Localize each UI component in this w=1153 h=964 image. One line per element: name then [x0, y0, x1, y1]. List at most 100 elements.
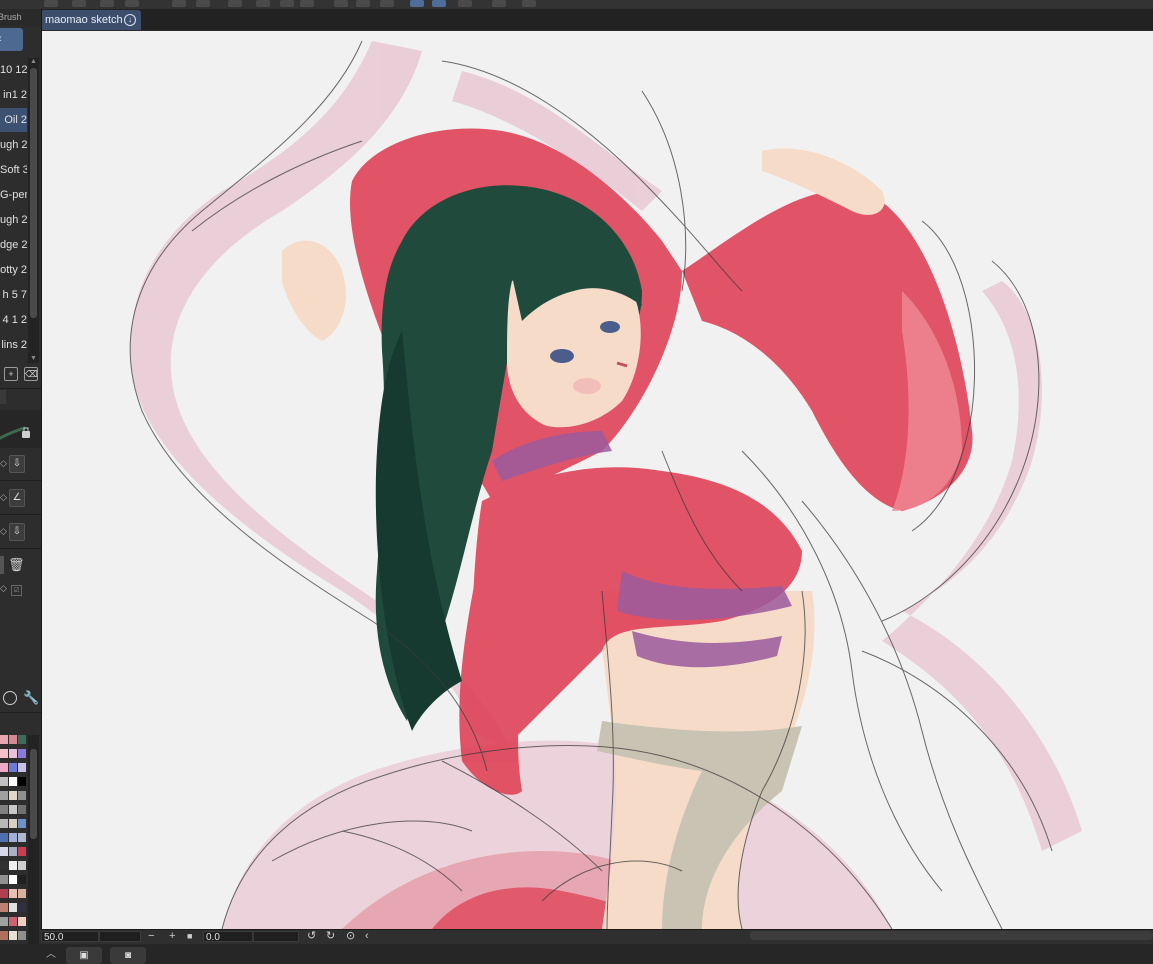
- scrollbar-thumb[interactable]: [30, 68, 37, 318]
- color-swatch[interactable]: [18, 875, 26, 884]
- color-swatch[interactable]: [18, 861, 26, 870]
- zoom-slider[interactable]: [99, 931, 141, 942]
- spinner-icon[interactable]: ◇: [0, 524, 7, 538]
- tab-document[interactable]: maomao sketch ↓: [41, 10, 141, 30]
- palette-scrollbar[interactable]: [28, 735, 39, 964]
- reset-rotation-icon[interactable]: ⊙: [346, 930, 355, 943]
- redo-icon[interactable]: [196, 0, 210, 7]
- save-icon[interactable]: [125, 0, 139, 7]
- expand-up-icon[interactable]: ︿: [46, 945, 56, 960]
- zoom-field[interactable]: 50.0: [41, 931, 99, 943]
- open-icon[interactable]: [100, 0, 114, 7]
- camera-icon[interactable]: ◙: [110, 947, 146, 964]
- fit-screen-icon[interactable]: ■: [187, 930, 192, 943]
- snap-special-ruler-icon[interactable]: [432, 0, 446, 7]
- scrollbar-thumb[interactable]: [30, 749, 37, 839]
- zoom-in-icon[interactable]: +: [169, 930, 175, 943]
- color-swatch[interactable]: [9, 749, 17, 758]
- brush-item[interactable]: dge 2: [0, 233, 27, 257]
- stopwatch-icon[interactable]: [3, 691, 17, 705]
- horizontal-scrollbar[interactable]: [750, 931, 1153, 940]
- rotation-slider[interactable]: [253, 931, 299, 942]
- snap-grid-icon[interactable]: [458, 0, 472, 7]
- color-swatch[interactable]: [18, 763, 26, 772]
- rotation-field[interactable]: 0.0: [203, 931, 253, 943]
- scroll-down-icon[interactable]: ▼: [29, 355, 38, 363]
- brush-group-selected[interactable]: ‹: [0, 28, 23, 51]
- color-swatch[interactable]: [0, 931, 8, 940]
- color-swatch[interactable]: [0, 917, 8, 926]
- wrench-icon[interactable]: 🔧: [23, 690, 39, 706]
- select-icon[interactable]: [334, 0, 348, 7]
- collapse-icon[interactable]: ‹: [365, 930, 369, 943]
- color-swatch[interactable]: [0, 833, 8, 842]
- color-swatch[interactable]: [9, 777, 17, 786]
- pressure-icon[interactable]: ⇩: [9, 523, 25, 541]
- color-swatch[interactable]: [9, 903, 17, 912]
- fill-icon[interactable]: [280, 0, 294, 7]
- color-swatch[interactable]: [18, 889, 26, 898]
- color-swatch[interactable]: [9, 819, 17, 828]
- color-swatch[interactable]: [9, 917, 17, 926]
- clear-selection-icon[interactable]: [380, 0, 394, 7]
- trash-icon[interactable]: 🗑: [8, 557, 25, 573]
- color-swatch[interactable]: [18, 931, 26, 940]
- color-swatch[interactable]: [18, 833, 26, 842]
- color-swatch[interactable]: [18, 777, 26, 786]
- color-swatch[interactable]: [18, 917, 26, 926]
- loading-icon[interactable]: [228, 0, 242, 7]
- brush-item[interactable]: in1 2: [0, 83, 27, 107]
- color-swatch[interactable]: [0, 819, 8, 828]
- new-canvas-icon[interactable]: [72, 0, 86, 7]
- brush-item[interactable]: lins 2: [0, 333, 27, 357]
- color-swatch[interactable]: [0, 805, 8, 814]
- duplicate-brush-icon[interactable]: +: [4, 367, 18, 381]
- layer-panel-icon[interactable]: ▣: [66, 947, 102, 964]
- color-swatch[interactable]: [0, 735, 8, 744]
- checkbox-icon[interactable]: ☑: [11, 585, 22, 596]
- color-swatch[interactable]: [9, 763, 17, 772]
- color-swatch[interactable]: [0, 861, 8, 870]
- rotate-left-icon[interactable]: ↺: [307, 930, 316, 943]
- color-swatch[interactable]: [18, 847, 26, 856]
- brush-item[interactable]: ugh 2: [0, 208, 27, 232]
- brush-list-scrollbar[interactable]: ▲ ▼: [28, 58, 39, 363]
- spin-icon[interactable]: [256, 0, 270, 7]
- color-swatch[interactable]: [0, 875, 8, 884]
- brush-item[interactable]: ugh 2: [0, 133, 27, 157]
- spinner-icon[interactable]: ◇: [0, 456, 7, 470]
- panel-tab[interactable]: [0, 390, 6, 404]
- select-invert-icon[interactable]: [356, 0, 370, 7]
- slider-edge[interactable]: [0, 556, 4, 574]
- color-swatch[interactable]: [9, 791, 17, 800]
- color-swatch[interactable]: [9, 889, 17, 898]
- rotate-right-icon[interactable]: ↻: [326, 930, 335, 943]
- color-swatch[interactable]: [18, 735, 26, 744]
- delete-brush-icon[interactable]: ⌫: [24, 367, 38, 381]
- color-swatch[interactable]: [0, 749, 8, 758]
- brush-item[interactable]: otty 2: [0, 258, 27, 282]
- color-swatch[interactable]: [18, 791, 26, 800]
- clipboard-icon[interactable]: [492, 0, 506, 7]
- undo-icon[interactable]: [172, 0, 186, 7]
- zoom-out-icon[interactable]: −: [148, 930, 154, 943]
- brush-item[interactable]: Soft 3: [0, 158, 27, 182]
- color-swatch[interactable]: [9, 735, 17, 744]
- color-swatch[interactable]: [0, 791, 8, 800]
- color-swatch[interactable]: [0, 847, 8, 856]
- color-swatch[interactable]: [9, 861, 17, 870]
- spinner-icon[interactable]: ◇: [0, 490, 7, 504]
- brush-item[interactable]: h 5 7: [0, 283, 27, 307]
- spinner-icon[interactable]: ◇: [0, 583, 7, 594]
- brush-item[interactable]: G-pen: [0, 183, 27, 207]
- pressure-icon[interactable]: ⇩: [9, 455, 25, 473]
- chat-icon[interactable]: [522, 0, 536, 7]
- brush-item[interactable]: 4 1 2: [0, 308, 27, 332]
- transform-icon[interactable]: [300, 0, 314, 7]
- color-swatch[interactable]: [0, 903, 8, 912]
- color-swatch[interactable]: [9, 931, 17, 940]
- color-swatch[interactable]: [9, 875, 17, 884]
- download-circle-icon[interactable]: ↓: [124, 14, 136, 26]
- drawing-canvas[interactable]: [42, 31, 1153, 929]
- scroll-up-icon[interactable]: ▲: [29, 58, 38, 66]
